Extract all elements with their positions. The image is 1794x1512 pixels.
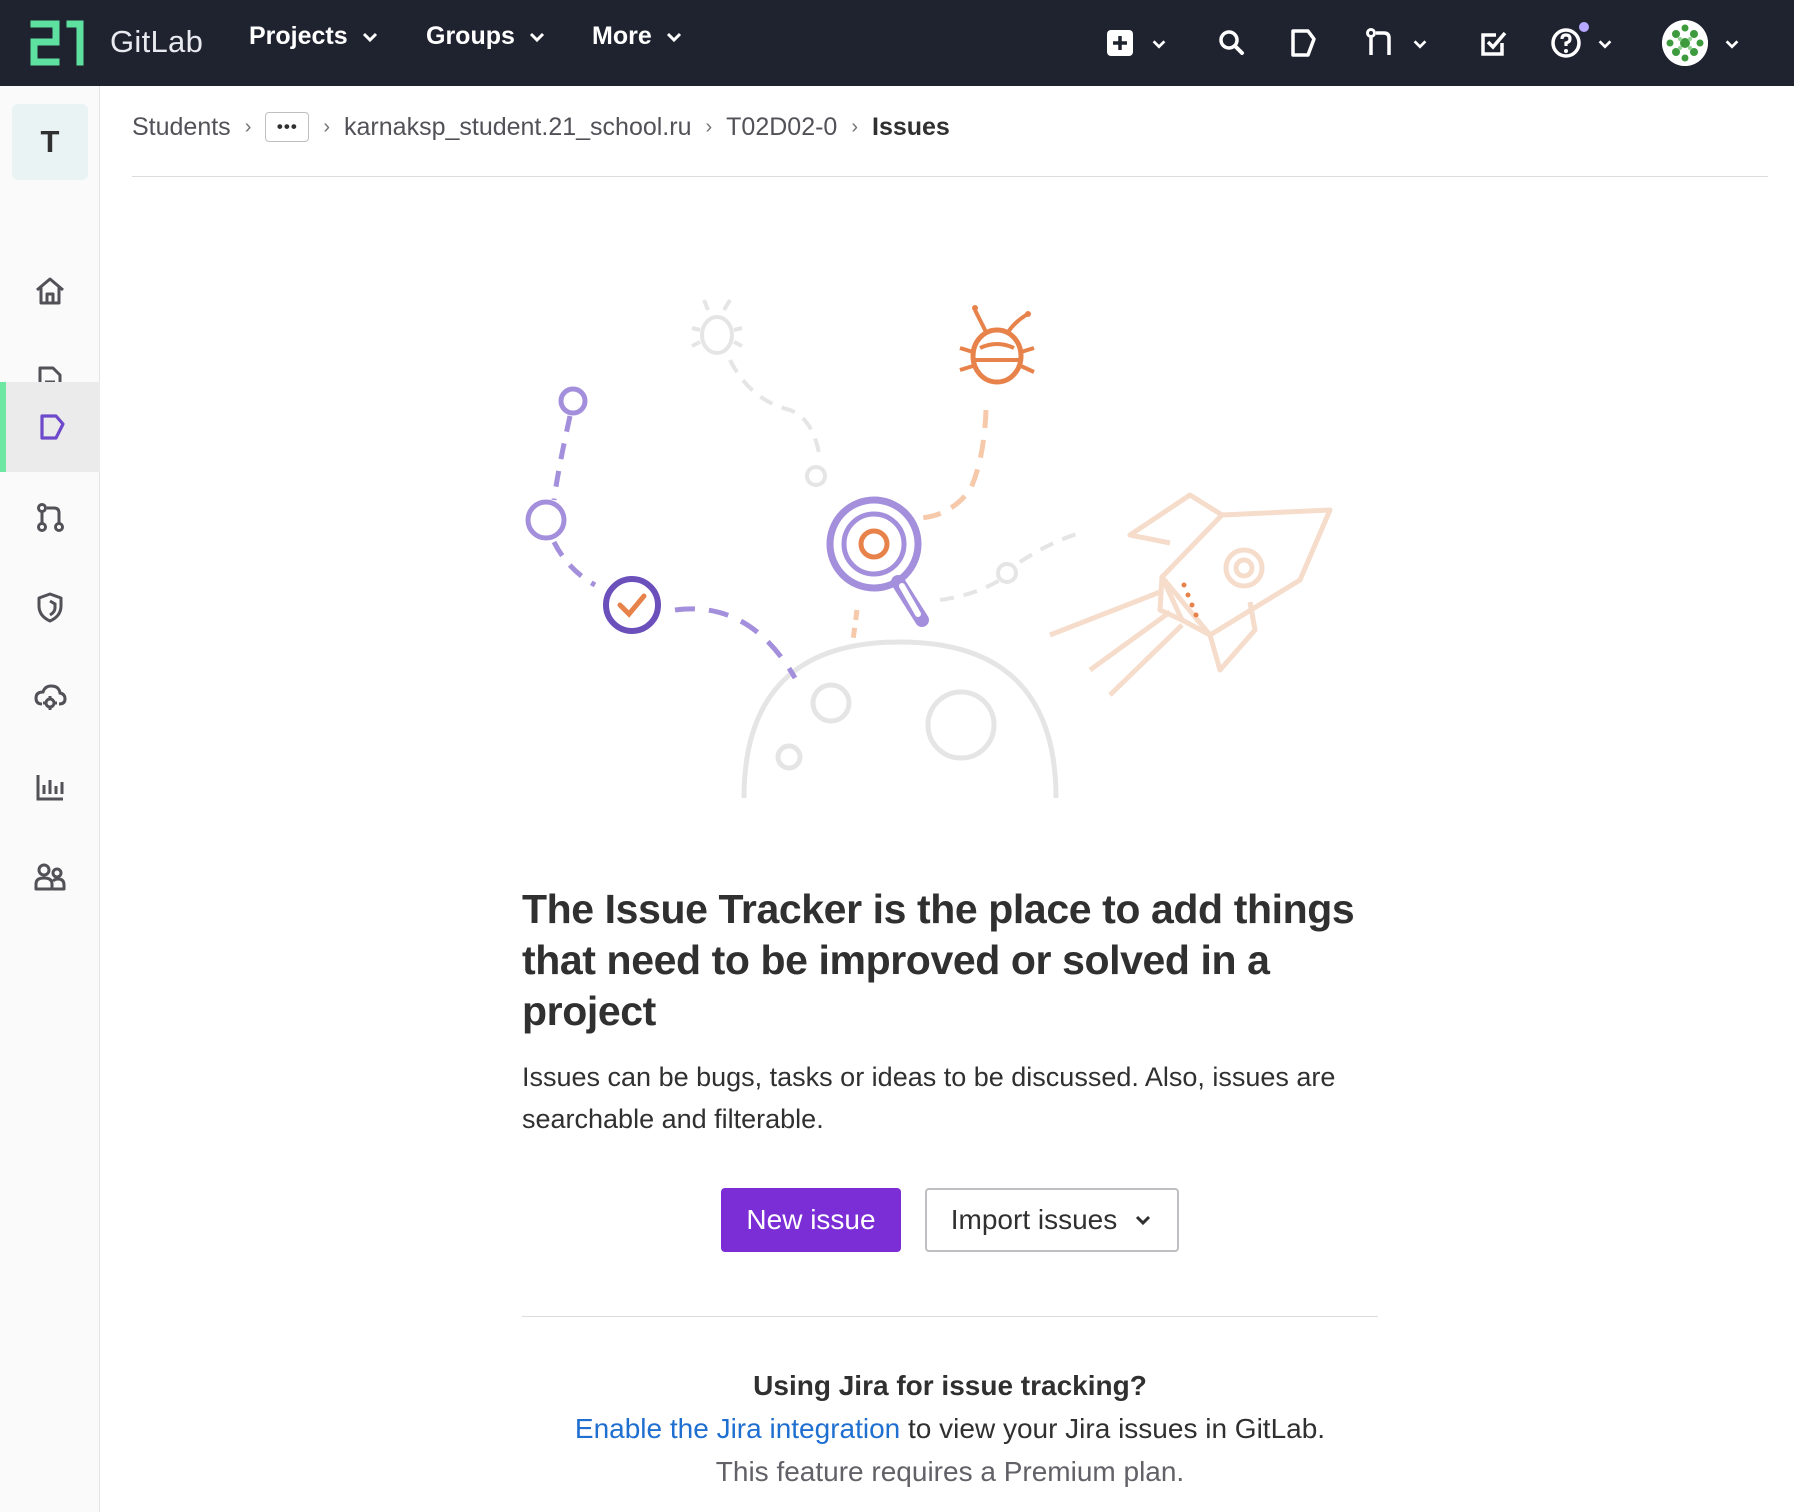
chevron-right-icon: › <box>323 115 331 138</box>
chevron-down-icon <box>1136 1215 1151 1226</box>
nav-groups-menu[interactable]: Groups <box>426 22 547 51</box>
chevron-down-icon[interactable] <box>1411 35 1429 53</box>
nav-projects-label: Projects <box>249 22 348 50</box>
issues-empty-illustration <box>525 298 1333 799</box>
enable-jira-integration-link[interactable]: Enable the Jira integration <box>575 1413 900 1444</box>
sidebar-item-issues[interactable] <box>0 382 100 472</box>
import-issues-label: Import issues <box>950 1204 1118 1235</box>
top-navbar: GitLab Projects Groups More <box>0 0 1794 86</box>
shield-icon <box>37 592 63 623</box>
notification-dot <box>1577 20 1591 34</box>
sidebar-item-security[interactable] <box>0 562 100 652</box>
breadcrumb-project[interactable]: T02D02-0 <box>726 113 837 142</box>
sidebar-item-home[interactable] <box>0 246 100 336</box>
new-issue-button[interactable]: New issue <box>721 1188 901 1252</box>
logo-icon[interactable] <box>30 20 88 66</box>
import-issues-dropdown[interactable]: Import issues <box>925 1188 1179 1252</box>
breadcrumb-current-issues[interactable]: Issues <box>872 113 950 142</box>
sidebar-item-members[interactable] <box>0 832 100 922</box>
sidebar-item-analytics[interactable] <box>0 742 100 832</box>
cloud-gear-icon <box>34 684 67 710</box>
chevron-down-icon <box>666 32 681 42</box>
chevron-down-icon[interactable] <box>1150 35 1168 53</box>
merge-request-icon[interactable] <box>1362 25 1398 61</box>
chevron-down-icon <box>529 32 544 42</box>
chevron-right-icon: › <box>244 115 252 138</box>
jira-integration-text: Enable the Jira integration to view your… <box>522 1413 1378 1445</box>
chevron-down-icon[interactable] <box>1596 35 1614 53</box>
nav-more-label: More <box>592 22 652 50</box>
project-avatar[interactable]: T <box>12 104 88 180</box>
search-icon[interactable] <box>1214 25 1250 61</box>
todo-check-icon[interactable] <box>1476 25 1512 61</box>
nav-projects-menu[interactable]: Projects <box>249 22 380 51</box>
new-plus-icon[interactable] <box>1102 25 1138 61</box>
nav-more-menu[interactable]: More <box>592 22 684 51</box>
empty-state-title: The Issue Tracker is the place to add th… <box>522 886 1355 1034</box>
breadcrumb-ellipsis-button[interactable]: ••• <box>265 112 310 142</box>
merge-request-icon <box>37 503 64 532</box>
brand-name[interactable]: GitLab <box>110 24 203 60</box>
issues-icon[interactable] <box>1286 25 1322 61</box>
project-sidebar: T <box>0 86 100 1512</box>
issues-icon <box>40 414 65 440</box>
jira-integration-suffix: to view your Jira issues in GitLab. <box>900 1413 1326 1444</box>
home-icon <box>36 277 64 305</box>
breadcrumb-divider <box>132 176 1768 177</box>
premium-plan-note: This feature requires a Premium plan. <box>715 1456 1185 1487</box>
jira-heading: Using Jira for issue tracking? <box>753 1370 1147 1401</box>
chevron-down-icon <box>362 32 377 42</box>
breadcrumb: Students › ••• › karnaksp_student.21_sch… <box>132 112 950 142</box>
sidebar-item-deployments[interactable] <box>0 652 100 742</box>
chevron-right-icon: › <box>851 115 858 138</box>
breadcrumb-students[interactable]: Students <box>132 113 231 142</box>
user-avatar[interactable] <box>1662 20 1708 66</box>
users-icon <box>34 863 66 891</box>
breadcrumb-user-namespace[interactable]: karnaksp_student.21_school.ru <box>344 113 691 142</box>
chevron-down-icon[interactable] <box>1723 35 1741 53</box>
sidebar-item-merge-requests[interactable] <box>0 472 100 562</box>
chart-icon <box>36 775 64 801</box>
empty-state-description: Issues can be bugs, tasks or ideas to be… <box>522 1062 1336 1134</box>
chevron-right-icon: › <box>705 115 713 138</box>
section-divider <box>522 1316 1378 1317</box>
nav-groups-label: Groups <box>426 22 515 50</box>
